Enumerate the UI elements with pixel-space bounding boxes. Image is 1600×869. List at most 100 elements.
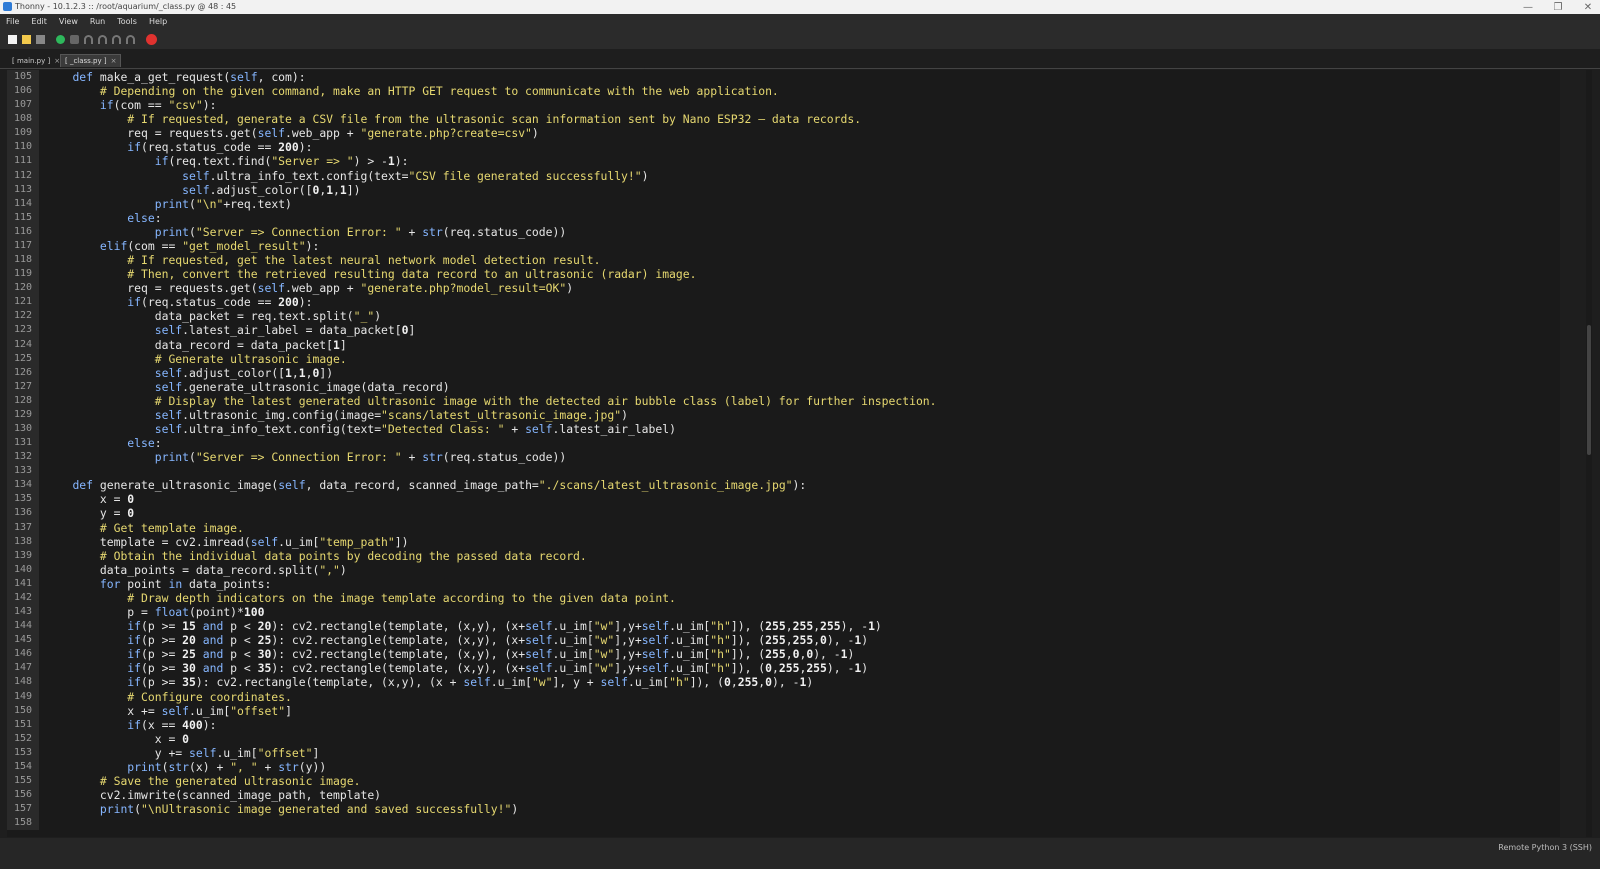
line-number: 109 bbox=[13, 127, 32, 139]
code-text[interactable]: if(req.status_code == 200): bbox=[45, 295, 312, 309]
line-number: 112 bbox=[13, 169, 32, 181]
code-text[interactable]: # If requested, generate a CSV file from… bbox=[45, 112, 861, 126]
code-text[interactable]: if(x == 400): bbox=[45, 718, 216, 732]
code-text[interactable]: x = 0 bbox=[45, 732, 189, 746]
code-area[interactable]: 105 def make_a_get_request(self, com): 10… bbox=[7, 70, 1560, 837]
step-over-icon[interactable] bbox=[84, 34, 93, 44]
line-number: 137 bbox=[13, 521, 32, 533]
code-text[interactable]: print("\n"+req.text) bbox=[45, 197, 292, 211]
code-text[interactable]: elif(com == "get_model_result"): bbox=[45, 239, 319, 253]
save-icon[interactable] bbox=[36, 34, 45, 44]
code-text[interactable]: if(p >= 20 and p < 25): cv2.rectangle(te… bbox=[45, 633, 868, 647]
code-text[interactable]: if(p >= 35): cv2.rectangle(template, (x,… bbox=[45, 675, 813, 689]
line-number: 108 bbox=[13, 113, 32, 125]
code-text[interactable]: # Draw depth indicators on the image tem… bbox=[45, 591, 676, 605]
code-text[interactable]: self.ultra_info_text.config(text="Detect… bbox=[45, 422, 676, 436]
menu-tools[interactable]: Tools bbox=[111, 17, 143, 26]
code-text[interactable]: print(str(x) + ", " + str(y)) bbox=[45, 760, 326, 774]
code-text[interactable]: # Save the generated ultrasonic image. bbox=[45, 774, 361, 788]
code-text[interactable]: if(p >= 15 and p < 20): cv2.rectangle(te… bbox=[45, 619, 881, 633]
line-number: 148 bbox=[13, 676, 32, 688]
code-text[interactable]: template = cv2.imread(self.u_im["temp_pa… bbox=[45, 535, 409, 549]
code-text[interactable]: print("Server => Connection Error: " + s… bbox=[45, 450, 567, 464]
code-text[interactable]: self.ultrasonic_img.config(image="scans/… bbox=[45, 408, 628, 422]
open-file-icon[interactable] bbox=[22, 34, 31, 44]
menu-view[interactable]: View bbox=[53, 17, 84, 26]
code-text[interactable]: if(p >= 25 and p < 30): cv2.rectangle(te… bbox=[45, 647, 854, 661]
title-bar: Thonny - 10.1.2.3 :: /root/aquarium/_cla… bbox=[0, 0, 1600, 14]
menu-edit[interactable]: Edit bbox=[25, 17, 53, 26]
line-number: 158 bbox=[13, 817, 32, 829]
code-text[interactable]: y += self.u_im["offset"] bbox=[45, 746, 320, 760]
maximize-icon[interactable]: ❐ bbox=[1552, 2, 1564, 13]
code-text[interactable]: else: bbox=[45, 436, 161, 450]
menu-help[interactable]: Help bbox=[143, 17, 173, 26]
menu-run[interactable]: Run bbox=[84, 17, 111, 26]
code-text[interactable]: self.generate_ultrasonic_image(data_reco… bbox=[45, 380, 450, 394]
code-text[interactable]: self.adjust_color([0,1,1]) bbox=[45, 183, 360, 197]
line-number: 145 bbox=[13, 634, 32, 646]
code-text[interactable]: req = requests.get(self.web_app + "gener… bbox=[45, 281, 573, 295]
minimize-icon[interactable]: — bbox=[1522, 2, 1534, 13]
code-text[interactable]: def make_a_get_request(self, com): bbox=[45, 70, 305, 84]
code-text[interactable]: else: bbox=[45, 211, 161, 225]
run-icon[interactable] bbox=[56, 34, 65, 44]
code-text[interactable]: if(p >= 30 and p < 35): cv2.rectangle(te… bbox=[45, 661, 868, 675]
code-editor[interactable]: 105 def make_a_get_request(self, com): 10… bbox=[7, 70, 1560, 837]
code-text[interactable]: # Then, convert the retrieved resulting … bbox=[45, 267, 696, 281]
step-into-icon[interactable] bbox=[98, 34, 107, 44]
code-text[interactable]: # Depending on the given command, make a… bbox=[45, 84, 779, 98]
code-text[interactable]: # Obtain the individual data points by d… bbox=[45, 549, 587, 563]
close-icon[interactable]: ✕ bbox=[1582, 2, 1594, 13]
code-text[interactable]: cv2.imwrite(scanned_image_path, template… bbox=[45, 788, 381, 802]
line-number: 111 bbox=[13, 155, 32, 167]
code-text[interactable]: data_points = data_record.split(",") bbox=[45, 563, 347, 577]
tab-label: [ main.py ] bbox=[12, 56, 51, 65]
menu-file[interactable]: File bbox=[0, 17, 25, 26]
code-text[interactable]: x = 0 bbox=[45, 492, 134, 506]
line-number: 139 bbox=[13, 549, 32, 561]
debug-icon[interactable] bbox=[70, 34, 79, 44]
code-text[interactable]: data_record = data_packet[1] bbox=[45, 338, 347, 352]
code-text[interactable]: # Generate ultrasonic image. bbox=[45, 352, 347, 366]
scrollbar-thumb[interactable] bbox=[1587, 325, 1591, 455]
resume-icon[interactable] bbox=[126, 34, 135, 44]
code-text[interactable]: if(com == "csv"): bbox=[45, 98, 217, 112]
line-number: 115 bbox=[13, 211, 32, 223]
new-file-icon[interactable] bbox=[8, 34, 17, 44]
tab-main-py[interactable]: [ main.py ] × bbox=[8, 54, 64, 67]
line-number: 144 bbox=[13, 620, 32, 632]
line-number: 142 bbox=[13, 591, 32, 603]
line-number: 117 bbox=[13, 239, 32, 251]
vertical-scrollbar[interactable] bbox=[1586, 70, 1592, 837]
step-out-icon[interactable] bbox=[112, 34, 121, 44]
interpreter-status[interactable]: Remote Python 3 (SSH) bbox=[1498, 843, 1592, 852]
code-text[interactable]: req = requests.get(self.web_app + "gener… bbox=[45, 126, 539, 140]
line-number: 150 bbox=[13, 704, 32, 716]
line-number: 155 bbox=[13, 775, 32, 786]
code-text[interactable]: data_packet = req.text.split("_") bbox=[45, 309, 381, 323]
line-number: 132 bbox=[13, 451, 32, 463]
code-text[interactable]: p = float(point)*100 bbox=[45, 605, 264, 619]
code-text[interactable]: # Get template image. bbox=[45, 521, 244, 535]
code-text[interactable]: x += self.u_im["offset"] bbox=[45, 704, 292, 718]
code-text[interactable]: # Configure coordinates. bbox=[45, 690, 292, 704]
code-text[interactable]: y = 0 bbox=[45, 506, 134, 520]
code-text[interactable]: def generate_ultrasonic_image(self, data… bbox=[45, 478, 806, 492]
line-number: 106 bbox=[13, 85, 32, 97]
code-text[interactable]: print("Server => Connection Error: " + s… bbox=[45, 225, 567, 239]
code-text[interactable]: self.latest_air_label = data_packet[0] bbox=[45, 323, 416, 337]
stop-icon[interactable] bbox=[146, 33, 157, 45]
tab-class-py[interactable]: [ _class.py ] × bbox=[60, 54, 122, 67]
code-text[interactable]: self.ultra_info_text.config(text="CSV fi… bbox=[45, 169, 648, 183]
code-text[interactable]: if(req.status_code == 200): bbox=[45, 140, 312, 154]
line-number: 146 bbox=[13, 648, 32, 660]
code-text[interactable]: # If requested, get the latest neural ne… bbox=[45, 253, 600, 267]
code-text[interactable]: print("\nUltrasonic image generated and … bbox=[45, 802, 518, 816]
code-text[interactable]: for point in data_points: bbox=[45, 577, 271, 591]
code-text[interactable]: if(req.text.find("Server => ") > -1): bbox=[45, 154, 409, 168]
close-tab-icon[interactable]: × bbox=[111, 57, 117, 65]
code-text[interactable]: # Display the latest generated ultrasoni… bbox=[45, 394, 937, 408]
line-number: 129 bbox=[13, 408, 32, 420]
code-text[interactable]: self.adjust_color([1,1,0]) bbox=[45, 366, 333, 380]
